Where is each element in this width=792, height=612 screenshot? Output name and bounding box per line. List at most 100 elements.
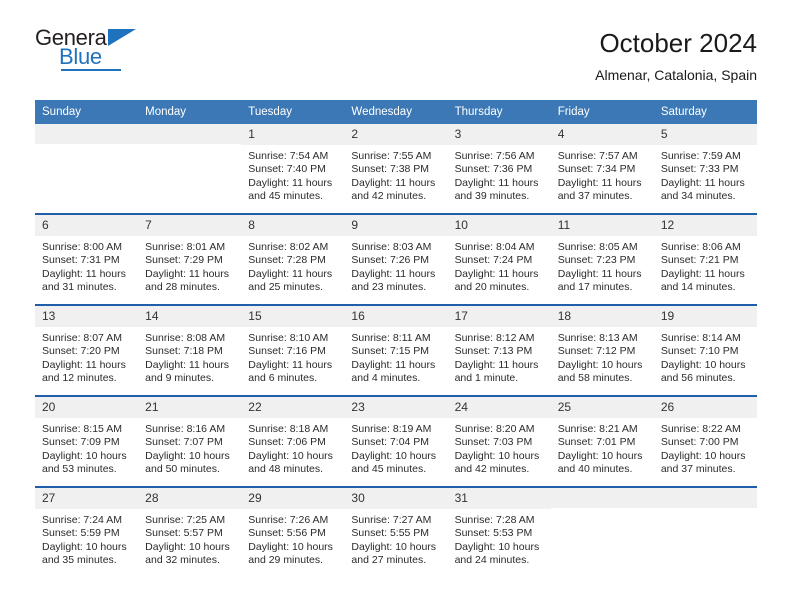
triangle-logo-icon <box>108 29 136 46</box>
page-title: October 2024 <box>599 28 757 58</box>
calendar-day-cell[interactable]: 16 Sunrise: 8:11 AM Sunset: 7:15 PM Dayligh… <box>344 304 448 396</box>
sunrise-text: Sunrise: 7:55 AM <box>351 150 432 163</box>
sunset-text: Sunset: 7:03 PM <box>454 436 533 449</box>
calendar-day-cell[interactable]: 3 Sunrise: 7:56 AM Sunset: 7:36 PM Daylight… <box>447 124 551 214</box>
weekday-header-wednesday: Wednesday <box>344 100 448 124</box>
sunset-text: Sunset: 7:20 PM <box>42 345 120 358</box>
calendar-day-cell[interactable]: 19 Sunrise: 8:14 AM Sunset: 7:10 PM Dayligh… <box>653 304 757 396</box>
sunrise-text: Sunrise: 8:21 AM <box>557 423 638 436</box>
calendar-day-cell[interactable]: 12 Sunrise: 8:06 AM Sunset: 7:21 PM Dayligh… <box>653 213 757 305</box>
calendar-day-cell[interactable]: 17 Sunrise: 8:12 AM Sunset: 7:13 PM Dayligh… <box>447 304 551 396</box>
day-number: 31 <box>447 488 551 510</box>
calendar-day-cell[interactable]: 8 Sunrise: 8:02 AM Sunset: 7:28 PM Daylight… <box>241 213 345 305</box>
sunrise-text: Sunrise: 8:11 AM <box>351 332 431 345</box>
daylight-text: Daylight: 10 hours and 58 minutes. <box>557 358 643 384</box>
sunrise-text: Sunrise: 8:07 AM <box>42 332 122 345</box>
calendar-week-row: 6 Sunrise: 8:00 AM Sunset: 7:31 PM Daylight… <box>35 213 757 305</box>
day-sun-info: Sunrise: 7:59 AM Sunset: 7:33 PM Daylight:… <box>654 145 757 203</box>
calendar-day-cell[interactable]: 22 Sunrise: 8:18 AM Sunset: 7:06 PM Dayligh… <box>241 395 345 487</box>
daylight-text: Daylight: 11 hours and 4 minutes. <box>351 358 436 384</box>
calendar-day-cell[interactable]: 7 Sunrise: 8:01 AM Sunset: 7:29 PM Daylight… <box>138 213 242 305</box>
daylight-text: Daylight: 10 hours and 35 minutes. <box>42 540 127 566</box>
sunrise-text: Sunrise: 8:18 AM <box>248 423 329 436</box>
sunrise-text: Sunrise: 8:03 AM <box>351 241 432 254</box>
calendar-week-row: 27 Sunrise: 7:24 AM Sunset: 5:59 PM Dayligh… <box>35 486 757 577</box>
calendar-day-cell[interactable]: 29 Sunrise: 7:26 AM Sunset: 5:56 PM Dayligh… <box>241 486 345 577</box>
sunset-text: Sunset: 5:53 PM <box>454 527 533 540</box>
sunset-text: Sunset: 7:06 PM <box>248 436 326 449</box>
weekday-header-monday: Monday <box>138 100 242 124</box>
general-blue-logo[interactable]: General Blue <box>35 27 155 75</box>
calendar-day-cell[interactable]: 9 Sunrise: 8:03 AM Sunset: 7:26 PM Daylight… <box>344 213 448 305</box>
day-sun-info: Sunrise: 8:16 AM Sunset: 7:07 PM Daylight:… <box>138 418 241 476</box>
calendar-day-cell[interactable]: 31 Sunrise: 7:28 AM Sunset: 5:53 PM Dayligh… <box>447 486 551 577</box>
daylight-text: Daylight: 11 hours and 25 minutes. <box>248 267 333 293</box>
day-number: 11 <box>550 215 654 237</box>
day-sun-info: Sunrise: 8:05 AM Sunset: 7:23 PM Daylight:… <box>551 236 654 294</box>
calendar-day-cell[interactable]: 2 Sunrise: 7:55 AM Sunset: 7:38 PM Daylight… <box>344 124 448 214</box>
day-number <box>653 488 757 508</box>
calendar-day-cell[interactable]: 21 Sunrise: 8:16 AM Sunset: 7:07 PM Dayligh… <box>138 395 242 487</box>
day-sun-info: Sunrise: 8:14 AM Sunset: 7:10 PM Daylight:… <box>654 327 757 385</box>
day-sun-info: Sunrise: 8:03 AM Sunset: 7:26 PM Daylight:… <box>344 236 447 294</box>
weekday-header-saturday: Saturday <box>653 100 757 124</box>
calendar-day-cell[interactable]: 18 Sunrise: 8:13 AM Sunset: 7:12 PM Dayligh… <box>550 304 654 396</box>
calendar-grid: Sunday Monday Tuesday Wednesday Thursday… <box>35 100 757 577</box>
day-sun-info: Sunrise: 8:19 AM Sunset: 7:04 PM Daylight:… <box>344 418 447 476</box>
calendar-day-cell[interactable]: 23 Sunrise: 8:19 AM Sunset: 7:04 PM Dayligh… <box>344 395 448 487</box>
daylight-text: Daylight: 11 hours and 9 minutes. <box>145 358 229 384</box>
calendar-day-cell[interactable]: 11 Sunrise: 8:05 AM Sunset: 7:23 PM Dayligh… <box>550 213 654 305</box>
calendar-day-cell[interactable]: 6 Sunrise: 8:00 AM Sunset: 7:31 PM Daylight… <box>35 213 139 305</box>
daylight-text: Daylight: 10 hours and 27 minutes. <box>351 540 437 566</box>
sunset-text: Sunset: 7:36 PM <box>454 163 533 176</box>
day-number: 15 <box>241 306 345 328</box>
weekday-header-friday: Friday <box>550 100 654 124</box>
day-number: 22 <box>241 397 345 419</box>
calendar-header-row: Sunday Monday Tuesday Wednesday Thursday… <box>35 100 757 124</box>
daylight-text: Daylight: 11 hours and 28 minutes. <box>145 267 229 293</box>
sunset-text: Sunset: 7:28 PM <box>248 254 326 267</box>
daylight-text: Daylight: 11 hours and 6 minutes. <box>248 358 333 384</box>
calendar-day-cell[interactable]: 10 Sunrise: 8:04 AM Sunset: 7:24 PM Dayligh… <box>447 213 551 305</box>
day-number: 24 <box>447 397 551 419</box>
day-sun-info: Sunrise: 8:10 AM Sunset: 7:16 PM Daylight:… <box>241 327 344 385</box>
sunrise-text: Sunrise: 8:16 AM <box>145 423 226 436</box>
sunset-text: Sunset: 7:38 PM <box>351 163 430 176</box>
day-number: 4 <box>550 124 654 146</box>
calendar-day-cell[interactable]: 30 Sunrise: 7:27 AM Sunset: 5:55 PM Dayligh… <box>344 486 448 577</box>
sunset-text: Sunset: 7:23 PM <box>557 254 636 267</box>
calendar-day-cell[interactable]: 4 Sunrise: 7:57 AM Sunset: 7:34 PM Daylight… <box>550 124 654 214</box>
calendar-day-cell[interactable]: 27 Sunrise: 7:24 AM Sunset: 5:59 PM Dayligh… <box>35 486 139 577</box>
calendar-day-cell[interactable]: 28 Sunrise: 7:25 AM Sunset: 5:57 PM Dayligh… <box>138 486 242 577</box>
day-number: 20 <box>35 397 139 419</box>
calendar-day-cell[interactable]: 5 Sunrise: 7:59 AM Sunset: 7:33 PM Daylight… <box>653 124 757 214</box>
day-sun-info: Sunrise: 8:00 AM Sunset: 7:31 PM Daylight:… <box>35 236 138 294</box>
daylight-text: Daylight: 11 hours and 12 minutes. <box>42 358 126 384</box>
sunset-text: Sunset: 7:10 PM <box>660 345 739 358</box>
daylight-text: Daylight: 11 hours and 23 minutes. <box>351 267 436 293</box>
calendar-day-cell[interactable]: 1 Sunrise: 7:54 AM Sunset: 7:40 PM Daylight… <box>241 124 345 214</box>
day-number: 28 <box>138 488 242 510</box>
day-sun-info: Sunrise: 8:12 AM Sunset: 7:13 PM Daylight:… <box>448 327 551 385</box>
calendar-day-cell[interactable]: 14 Sunrise: 8:08 AM Sunset: 7:18 PM Dayligh… <box>138 304 242 396</box>
calendar-day-cell[interactable]: 20 Sunrise: 8:15 AM Sunset: 7:09 PM Dayligh… <box>35 395 139 487</box>
daylight-text: Daylight: 11 hours and 39 minutes. <box>454 176 539 202</box>
sunset-text: Sunset: 7:15 PM <box>351 345 430 358</box>
calendar-day-cell-empty <box>653 486 757 577</box>
sunset-text: Sunset: 7:33 PM <box>660 163 739 176</box>
day-number: 13 <box>35 306 139 328</box>
day-sun-info: Sunrise: 8:06 AM Sunset: 7:21 PM Daylight:… <box>654 236 757 294</box>
calendar-day-cell[interactable]: 24 Sunrise: 8:20 AM Sunset: 7:03 PM Dayligh… <box>447 395 551 487</box>
calendar-day-cell[interactable]: 13 Sunrise: 8:07 AM Sunset: 7:20 PM Dayligh… <box>35 304 139 396</box>
calendar-day-cell[interactable]: 25 Sunrise: 8:21 AM Sunset: 7:01 PM Dayligh… <box>550 395 654 487</box>
sunset-text: Sunset: 7:26 PM <box>351 254 430 267</box>
weekday-header-sunday: Sunday <box>35 100 139 124</box>
calendar-day-cell-empty <box>35 124 139 214</box>
day-number <box>35 124 139 144</box>
calendar-day-cell[interactable]: 15 Sunrise: 8:10 AM Sunset: 7:16 PM Dayligh… <box>241 304 345 396</box>
sunset-text: Sunset: 7:18 PM <box>145 345 223 358</box>
daylight-text: Daylight: 11 hours and 20 minutes. <box>454 267 539 293</box>
calendar-day-cell[interactable]: 26 Sunrise: 8:22 AM Sunset: 7:00 PM Dayligh… <box>653 395 757 487</box>
daylight-text: Daylight: 10 hours and 24 minutes. <box>454 540 540 566</box>
sunset-text: Sunset: 5:57 PM <box>145 527 223 540</box>
